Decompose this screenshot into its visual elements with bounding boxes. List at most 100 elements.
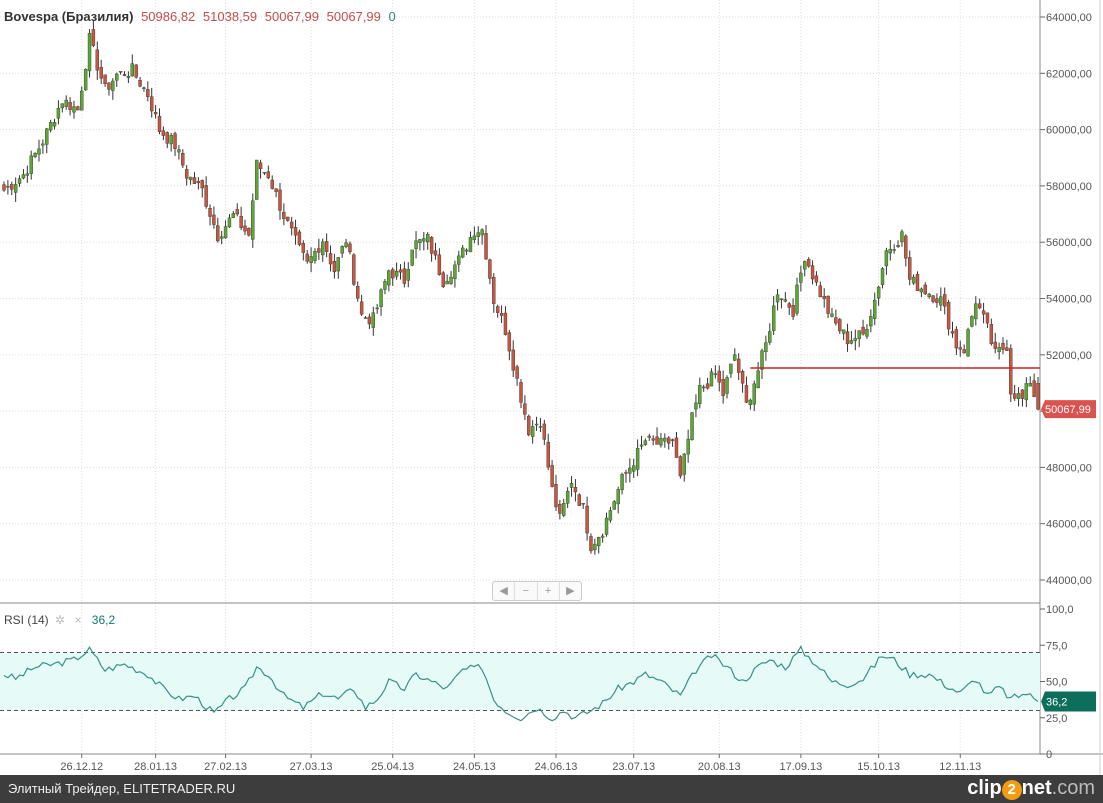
candle-body (305, 253, 309, 262)
candle (756, 362, 760, 389)
candle-body (1001, 343, 1005, 350)
candle-body (68, 102, 72, 110)
candle (608, 506, 613, 523)
candle-body (736, 358, 741, 373)
candle-body (348, 243, 352, 253)
scroll-right-button[interactable]: ▶ (560, 582, 581, 600)
candle (779, 298, 784, 309)
candle-body (472, 235, 477, 240)
candle (426, 232, 430, 250)
candle (977, 298, 982, 310)
candle (639, 435, 644, 450)
candle (740, 369, 745, 393)
candle-body (974, 303, 978, 320)
candle (87, 29, 92, 78)
candle (752, 380, 756, 412)
candle (624, 469, 628, 483)
candle (950, 321, 955, 338)
rsi-header: RSI (14) ✲ × 36,2 (4, 613, 115, 627)
candle (771, 296, 776, 335)
candle-body (612, 501, 616, 510)
candle (83, 68, 88, 91)
candle-body (686, 438, 690, 455)
candle (212, 206, 216, 229)
candle (468, 231, 473, 253)
candle-body (10, 184, 14, 190)
date-tick-label: 20.08.13 (698, 761, 741, 773)
candle (274, 188, 278, 198)
gear-icon[interactable]: ✲ (55, 613, 65, 627)
candle-body (791, 305, 795, 317)
candle-body (157, 115, 162, 132)
candle (1001, 337, 1005, 355)
candle-body (356, 286, 360, 299)
open-value: 50986,82 (141, 9, 196, 24)
zoom-in-button[interactable]: + (538, 582, 560, 600)
candle (550, 460, 554, 488)
candle-body (558, 504, 562, 514)
candle-body (177, 149, 181, 153)
candle-body (503, 312, 508, 335)
candle-body (150, 96, 154, 112)
candle-body (713, 373, 718, 375)
candle (6, 180, 10, 195)
candle-body (394, 270, 399, 277)
candle (643, 438, 648, 446)
zoom-out-button[interactable]: − (515, 582, 538, 600)
candle-body (391, 269, 395, 279)
candle-body (530, 426, 535, 437)
candle (725, 375, 729, 399)
candle (760, 348, 764, 379)
price-tick-label: 44000,00 (1046, 575, 1092, 587)
last-rsi-label: 36,2 (1046, 697, 1067, 709)
candle (527, 414, 531, 437)
candle-body (1028, 383, 1032, 387)
candle-body (464, 249, 469, 252)
candle-body (363, 317, 368, 319)
candle-body (1024, 383, 1029, 401)
candle (118, 71, 123, 75)
candle-body (371, 312, 375, 328)
logo-part: 2 (1001, 780, 1022, 800)
candle (523, 395, 527, 420)
candle (814, 271, 819, 286)
candle-body (223, 226, 228, 239)
candle-body (810, 265, 815, 280)
candle (499, 305, 504, 324)
candle (293, 219, 298, 245)
close-icon[interactable]: × (74, 613, 81, 627)
candle-body (317, 248, 321, 253)
candle-body (437, 254, 442, 275)
candle-body (876, 286, 881, 299)
candle-body (208, 207, 212, 217)
candle (709, 368, 714, 387)
candle-body (869, 316, 873, 327)
candle-body (834, 317, 838, 324)
candle (21, 168, 26, 180)
price-tick-label: 46000,00 (1046, 519, 1092, 531)
candle (181, 149, 185, 168)
scroll-left-button[interactable]: ◀ (493, 582, 516, 600)
candle-body (985, 312, 990, 324)
candle (270, 175, 274, 190)
price-tick-label: 48000,00 (1046, 462, 1092, 474)
candle (690, 411, 694, 441)
candle (17, 175, 22, 187)
price-tick-label: 54000,00 (1046, 294, 1092, 306)
candle (91, 20, 96, 48)
candle-body (33, 152, 37, 157)
candle (701, 384, 706, 392)
candle (818, 281, 823, 298)
candle-body (573, 487, 578, 493)
candle (223, 220, 228, 239)
candle (363, 316, 368, 319)
candle-body (515, 366, 519, 379)
candle-body (243, 225, 247, 232)
candle-body (173, 133, 177, 149)
candle-body (99, 67, 103, 79)
candle (406, 262, 410, 288)
candle (803, 260, 807, 277)
candle (1032, 373, 1036, 398)
candle-body (499, 313, 504, 316)
candle (25, 165, 30, 183)
